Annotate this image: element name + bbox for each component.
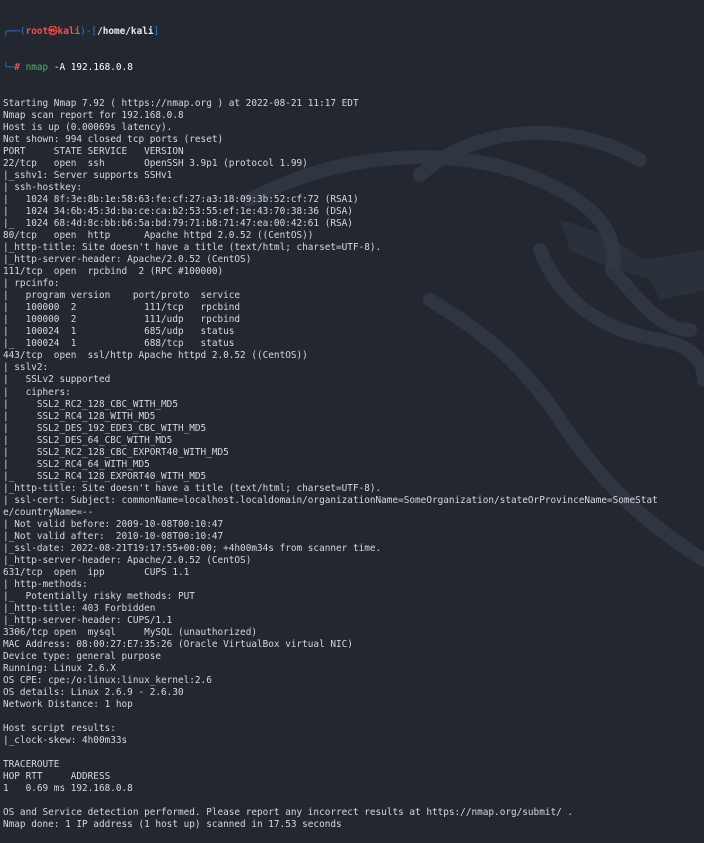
prompt-user: root <box>25 26 49 38</box>
output-line: 111/tcp open rpcbind 2 (RPC #100000) <box>3 266 224 278</box>
output-line: OS details: Linux 2.6.9 - 2.6.30 <box>3 686 184 698</box>
output-line: | SSL2_DES_192_EDE3_CBC_WITH_MD5 <box>3 422 207 434</box>
output-line: Not shown: 994 closed tcp ports (reset) <box>3 134 224 146</box>
output-line: OS and Service detection performed. Plea… <box>3 807 574 819</box>
output-line: 1 0.69 ms 192.168.0.8 <box>3 783 133 795</box>
output-line: |_Not valid after: 2010-10-08T00:10:47 <box>3 530 224 542</box>
output-line: |_ 1024 68:4d:8c:bb:b6:5a:bd:79:71:b8:71… <box>3 218 353 230</box>
output-line: | 100000 2 111/udp rpcbind <box>3 314 241 326</box>
prompt-line-top: ┌──(root㉿kali)-[/home/kali] <box>3 26 160 38</box>
output-line: Starting Nmap 7.92 ( https://nmap.org ) … <box>3 98 359 110</box>
output-line: | 100000 2 111/tcp rpcbind <box>3 302 241 314</box>
command-name: nmap <box>25 62 49 74</box>
output-line: e/countryName=-- <box>3 506 94 518</box>
output-line: Running: Linux 2.6.X <box>3 662 116 674</box>
output-line: |_ SSL2_RC4_128_EXPORT40_WITH_MD5 <box>3 470 207 482</box>
nmap-output: Starting Nmap 7.92 ( https://nmap.org ) … <box>3 98 704 831</box>
prompt-hash: # <box>14 62 26 74</box>
prompt-at-symbol: ㉿ <box>48 26 58 38</box>
output-line: | 1024 34:6b:45:3d:ba:ce:ca:b2:53:55:ef:… <box>3 206 353 218</box>
output-line: |_http-server-header: CUPS/1.1 <box>3 614 173 626</box>
output-line: |_sshv1: Server supports SSHv1 <box>3 170 173 182</box>
output-line: TRACEROUTE <box>3 758 60 770</box>
output-line: | SSLv2 supported <box>3 374 111 386</box>
output-line: | ciphers: <box>3 386 71 398</box>
terminal-output: ┌──(root㉿kali)-[/home/kali] └─# nmap -A … <box>3 2 704 843</box>
output-line: Network Distance: 1 hop <box>3 698 133 710</box>
output-line: | SSL2_RC2_128_CBC_WITH_MD5 <box>3 398 178 410</box>
output-line: Nmap scan report for 192.168.0.8 <box>3 110 184 122</box>
command-flag: -A <box>48 62 66 74</box>
output-line: | SSL2_RC4_128_WITH_MD5 <box>3 410 156 422</box>
output-line: |_ 100024 1 688/tcp status <box>3 338 235 350</box>
output-line: 80/tcp open http Apache httpd 2.0.52 ((C… <box>3 230 314 242</box>
output-line: Nmap done: 1 IP address (1 host up) scan… <box>3 819 342 831</box>
output-line: |_ Potentially risky methods: PUT <box>3 590 195 602</box>
output-line: Host script results: <box>3 722 116 734</box>
output-line: PORT STATE SERVICE VERSION <box>3 146 184 158</box>
output-line: Host is up (0.00069s latency). <box>3 122 173 134</box>
output-line: | SSL2_RC2_128_CBC_EXPORT40_WITH_MD5 <box>3 446 229 458</box>
output-line: 443/tcp open ssl/http Apache httpd 2.0.5… <box>3 350 308 362</box>
output-line: | http-methods: <box>3 578 88 590</box>
output-line: | rpcinfo: <box>3 278 60 290</box>
output-line: |_http-title: Site doesn't have a title … <box>3 482 382 494</box>
output-line: | ssh-hostkey: <box>3 182 83 194</box>
output-line: |_http-server-header: Apache/2.0.52 (Cen… <box>3 254 252 266</box>
output-line: | program version port/proto service <box>3 290 241 302</box>
output-line: |_http-title: 403 Forbidden <box>3 602 156 614</box>
output-line: |_ssl-date: 2022-08-21T19:17:55+00:00; +… <box>3 542 382 554</box>
output-line: |_http-title: Site doesn't have a title … <box>3 242 382 254</box>
output-line: | SSL2_DES_64_CBC_WITH_MD5 <box>3 434 173 446</box>
prompt-path: /home/kali <box>97 26 154 38</box>
output-line: | SSL2_RC4_64_WITH_MD5 <box>3 458 150 470</box>
output-line: |_clock-skew: 4h00m33s <box>3 734 128 746</box>
output-line: Device type: general purpose <box>3 650 162 662</box>
output-line: 3306/tcp open mysql MySQL (unauthorized) <box>3 626 257 638</box>
output-line: | 1024 8f:3e:8b:1e:58:63:fe:cf:27:a3:18:… <box>3 194 359 206</box>
output-line: MAC Address: 08:00:27:E7:35:26 (Oracle V… <box>3 638 353 650</box>
output-line: OS CPE: cpe:/o:linux:linux_kernel:2.6 <box>3 674 212 686</box>
output-line: 22/tcp open ssh OpenSSH 3.9p1 (protocol … <box>3 158 308 170</box>
output-line: 631/tcp open ipp CUPS 1.1 <box>3 566 190 578</box>
prompt-line-command: └─# nmap -A 192.168.0.8 <box>3 62 133 74</box>
command-target: 192.168.0.8 <box>65 62 133 74</box>
output-line: | 100024 1 685/udp status <box>3 326 235 338</box>
output-line: | Not valid before: 2009-10-08T00:10:47 <box>3 518 224 530</box>
output-line: | ssl-cert: Subject: commonName=localhos… <box>3 494 658 506</box>
output-line: |_http-server-header: Apache/2.0.52 (Cen… <box>3 554 252 566</box>
output-line: | sslv2: <box>3 362 49 374</box>
output-line: HOP RTT ADDRESS <box>3 771 111 782</box>
prompt-host: kali <box>57 26 81 38</box>
